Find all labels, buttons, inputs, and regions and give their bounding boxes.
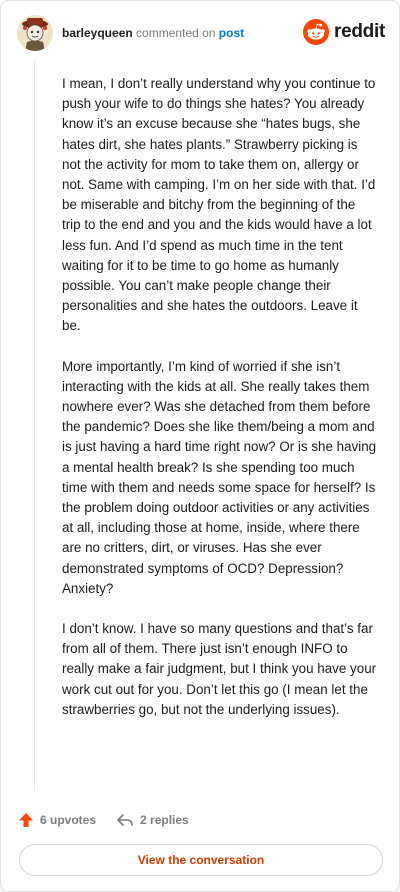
upvote-button[interactable]: 6 upvotes	[18, 812, 96, 828]
comment-paragraph: I don’t know. I have so many questions a…	[62, 621, 377, 717]
reply-count: 2 replies	[140, 813, 189, 827]
comment-paragraph: More importantly, I’m kind of worried if…	[62, 358, 377, 596]
action-text: commented on	[136, 26, 216, 40]
post-link[interactable]: post	[219, 26, 244, 40]
username-link[interactable]: barleyqueen	[62, 26, 133, 40]
comment-paragraph: I mean, I don’t really understand why yo…	[62, 76, 376, 334]
user-avatar-icon[interactable]	[17, 15, 53, 51]
reddit-logo[interactable]: reddit	[303, 17, 385, 47]
comment-header: barleyqueen commented on post reddit	[17, 15, 385, 55]
comment-body: I mean, I don’t really understand why yo…	[62, 74, 377, 740]
upvote-arrow-icon	[19, 813, 33, 827]
comment-embed-card: barleyqueen commented on post reddit I m…	[0, 0, 400, 892]
view-conversation-button[interactable]: View the conversation	[19, 844, 383, 876]
upvote-count: 6 upvotes	[40, 813, 97, 827]
reddit-alien-icon	[303, 19, 330, 45]
reply-arrow-icon	[117, 814, 133, 826]
comment-meta: barleyqueen commented on post	[62, 26, 244, 40]
thread-line[interactable]	[34, 61, 35, 791]
replies-button[interactable]: 2 replies	[116, 812, 189, 828]
reddit-wordmark: reddit	[334, 21, 385, 42]
comment-actions: 6 upvotes 2 replies	[18, 810, 209, 830]
